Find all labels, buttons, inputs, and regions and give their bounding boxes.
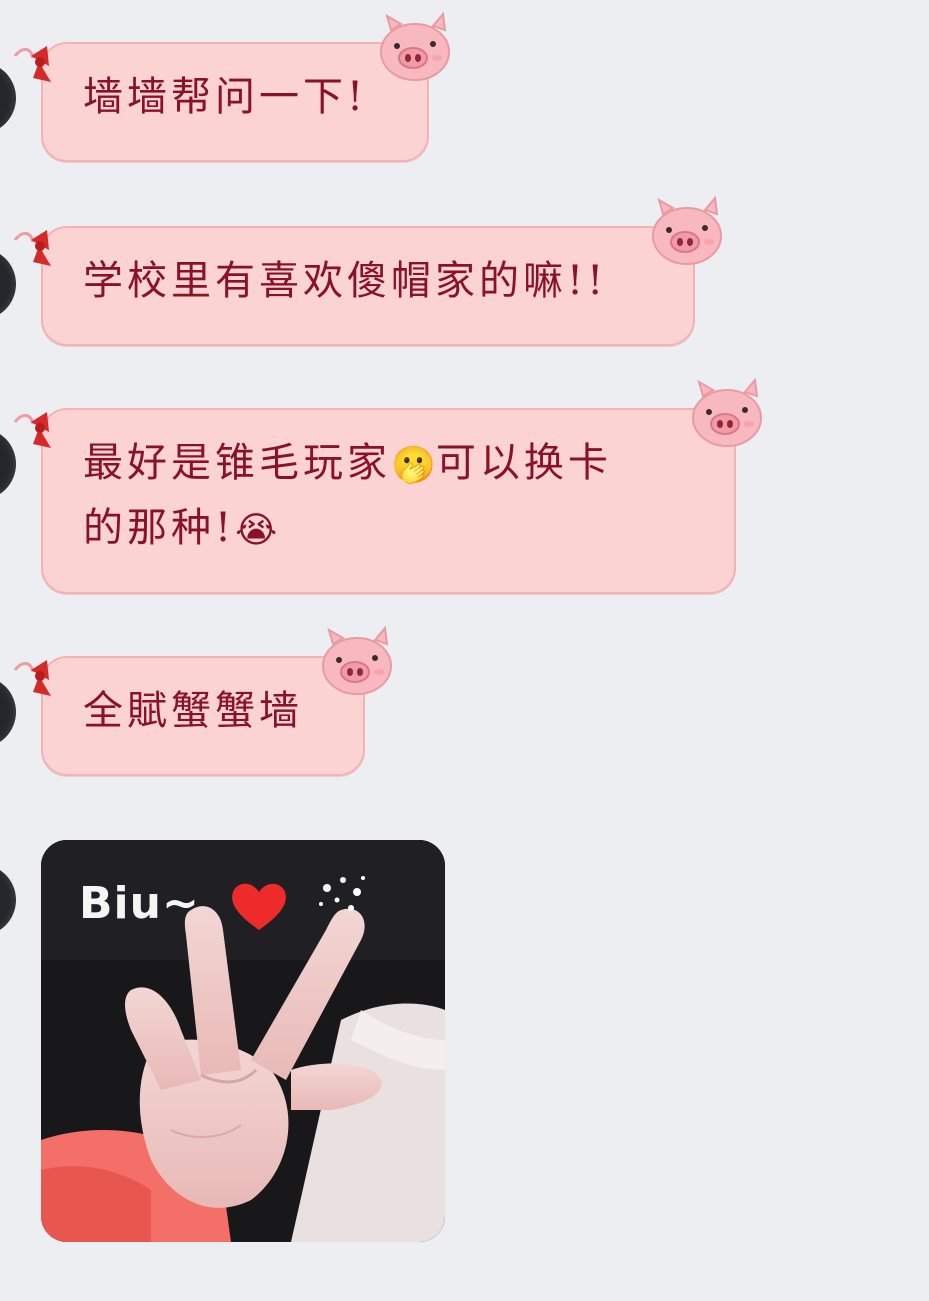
message-text: 学校里有喜欢傻帽家的嘛!! <box>83 258 608 304</box>
message-bubble[interactable]: 全賦蟹蟹墙 <box>13 626 392 776</box>
message-bubble[interactable]: 学校里有喜欢傻帽家的嘛!! <box>13 196 722 346</box>
message-bubble[interactable]: 最好是锥毛玩家🫢可以换卡 的那种!😭 <box>13 378 762 594</box>
image-caption: Biu~ <box>79 878 200 929</box>
sparkle-icon <box>319 876 365 911</box>
bow-icon <box>13 660 51 696</box>
bow-icon <box>13 46 51 82</box>
chat-thread: 墙墙帮问一下! 学校里有喜欢傻帽家的嘛!! 最好是锥毛玩家🫢可以换卡 的那种!😭… <box>0 0 929 1301</box>
message-text: 最好是锥毛玩家🫢可以换卡 的那种!😭 <box>83 432 700 562</box>
message-text-part: 最好是锥毛玩家 <box>83 440 391 486</box>
message-bubble[interactable]: 墙墙帮问一下! <box>13 12 450 162</box>
bow-icon <box>13 412 51 448</box>
bow-icon <box>13 230 51 266</box>
image-message[interactable]: Biu~ <box>41 840 445 1242</box>
sender-avatar[interactable] <box>0 864 16 936</box>
crying-emoji-icon: 😭 <box>235 510 278 551</box>
heart-icon <box>232 883 286 930</box>
message-text: 墙墙帮问一下! <box>83 74 368 120</box>
hand-over-mouth-emoji-icon: 🫢 <box>391 445 436 486</box>
message-text: 全賦蟹蟹墙 <box>83 688 303 734</box>
